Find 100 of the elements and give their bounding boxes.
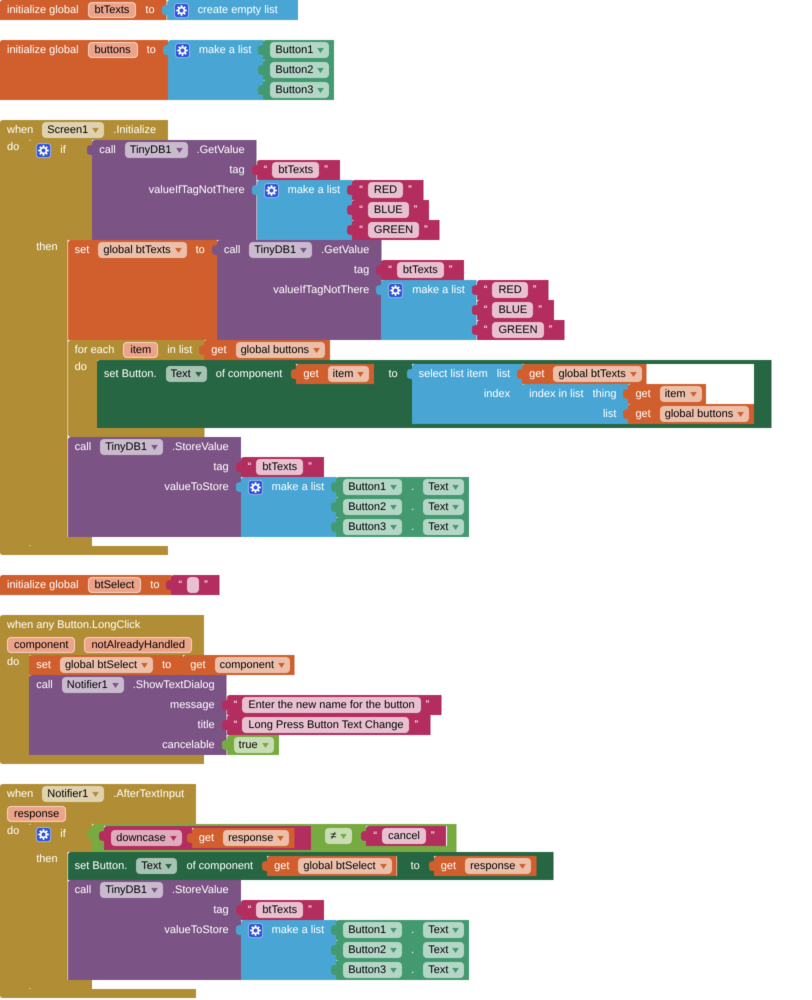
text-field[interactable]: GREEN	[492, 322, 544, 338]
dropdown[interactable]: Text	[423, 942, 464, 958]
dropdown[interactable]: downcase	[111, 830, 182, 846]
block-label: “	[484, 283, 488, 297]
dropdown[interactable]: global buttons	[660, 406, 750, 422]
dropdown[interactable]: true	[234, 737, 274, 753]
text-field[interactable]: BLUE	[368, 202, 409, 218]
dropdown[interactable]: Button1	[270, 42, 330, 58]
dropdown[interactable]: global btTexts	[553, 366, 642, 382]
block-label: to	[196, 243, 205, 257]
gear-icon[interactable]	[174, 42, 190, 58]
dropdown[interactable]: Button3	[270, 82, 330, 98]
text-field[interactable]: RED	[492, 282, 528, 298]
dropdown[interactable]: item	[328, 366, 370, 382]
dropdown[interactable]: ≠	[325, 828, 352, 844]
dropdown[interactable]: Button3	[343, 962, 402, 978]
dropdown[interactable]: Notifier1	[62, 677, 124, 693]
text-field[interactable]: GREEN	[368, 222, 420, 238]
block-label: call	[74, 883, 92, 897]
block-label: call	[36, 678, 53, 692]
text-field[interactable]: btTexts	[256, 459, 304, 475]
name-field[interactable]: response	[7, 806, 66, 822]
dropdown[interactable]: Screen1	[42, 122, 104, 138]
dropdown[interactable]: item	[660, 386, 702, 402]
dropdown[interactable]: TinyDB1	[249, 242, 312, 258]
caret-icon	[141, 662, 148, 668]
block-label: .	[411, 480, 414, 494]
caret-icon	[112, 682, 119, 688]
block-label: index	[484, 387, 510, 401]
gear-icon[interactable]	[388, 282, 404, 298]
dropdown[interactable]: Text	[423, 922, 464, 938]
gear-icon[interactable]	[36, 826, 52, 842]
block-label: to	[410, 859, 420, 873]
dropdown[interactable]: Text	[423, 962, 464, 978]
gear-icon[interactable]	[264, 182, 279, 198]
caret-icon	[390, 948, 398, 952]
dropdown[interactable]: Text	[136, 858, 178, 874]
text-field[interactable]: btTexts	[272, 162, 320, 178]
block-label: message	[170, 698, 215, 712]
dropdown[interactable]: global buttons	[236, 342, 326, 358]
name-field[interactable]: buttons	[88, 42, 138, 58]
dropdown[interactable]: global btTexts	[98, 242, 187, 258]
block-label: .	[411, 500, 414, 514]
dropdown[interactable]: TinyDB1	[100, 882, 163, 898]
dropdown[interactable]: response	[465, 858, 532, 874]
gear-icon[interactable]	[174, 2, 189, 18]
block-label: get	[635, 407, 651, 421]
dropdown[interactable]: global btSelect	[60, 657, 154, 673]
dropdown[interactable]: Button1	[343, 922, 402, 938]
text-field[interactable]: Long Press Button Text Change	[242, 717, 410, 733]
block-label: for each	[74, 343, 114, 357]
block-label: if	[60, 143, 66, 157]
dropdown[interactable]: Button2	[343, 499, 402, 515]
block-label: “	[484, 323, 488, 337]
name-field[interactable]: notAlreadyHandled	[84, 637, 192, 653]
gear-icon[interactable]	[248, 922, 263, 938]
dropdown[interactable]: Button1	[343, 479, 402, 495]
caret-icon	[452, 968, 460, 972]
block-label: of component	[216, 367, 282, 381]
dropdown[interactable]: Notifier1	[42, 786, 104, 802]
text-field[interactable]: BLUE	[492, 302, 534, 318]
dropdown[interactable]: Text	[423, 519, 464, 535]
dropdown[interactable]: Button2	[270, 62, 330, 78]
block-label: .Initialize	[113, 123, 156, 137]
block-label: .StoreValue	[172, 440, 229, 454]
text-field[interactable]: cancel	[382, 828, 426, 844]
block-label: to	[145, 3, 155, 17]
block-label: initialize global	[7, 578, 79, 592]
block-label: do	[7, 825, 20, 837]
dropdown[interactable]: TinyDB1	[124, 142, 188, 158]
text-field[interactable]: btTexts	[256, 902, 304, 918]
text-field[interactable]: RED	[368, 182, 404, 198]
block-label: call	[74, 440, 92, 454]
dropdown[interactable]: Button3	[343, 519, 402, 535]
dropdown[interactable]: Text	[423, 479, 464, 495]
block-label: make a list	[272, 480, 324, 494]
block-label: .StoreValue	[172, 883, 229, 897]
dropdown[interactable]: TinyDB1	[100, 439, 163, 455]
dropdown[interactable]: Button2	[343, 942, 402, 958]
name-field[interactable]: btTexts	[88, 2, 136, 18]
gear-icon[interactable]	[36, 142, 52, 158]
dropdown[interactable]: component	[214, 657, 290, 673]
name-field[interactable]: component	[7, 637, 76, 653]
dropdown[interactable]: Text	[423, 499, 464, 515]
name-field[interactable]: btSelect	[88, 577, 142, 593]
name-field[interactable]: item	[123, 342, 158, 358]
block-label: ”	[414, 718, 418, 732]
block-label: ”	[426, 698, 430, 712]
text-field[interactable]: btTexts	[396, 262, 444, 278]
dropdown[interactable]: Text	[166, 366, 207, 382]
text-field[interactable]	[187, 577, 200, 593]
block-label: ”	[548, 323, 552, 337]
block-label: set Button.	[74, 859, 128, 873]
dropdown[interactable]: global btSelect	[298, 858, 392, 874]
text-field[interactable]: Enter the new name for the button	[242, 697, 421, 713]
gear-icon[interactable]	[248, 480, 263, 494]
dropdown[interactable]: response	[223, 830, 290, 846]
caret-icon	[174, 248, 182, 252]
block-label: set	[36, 658, 51, 672]
caret-icon	[150, 444, 158, 450]
